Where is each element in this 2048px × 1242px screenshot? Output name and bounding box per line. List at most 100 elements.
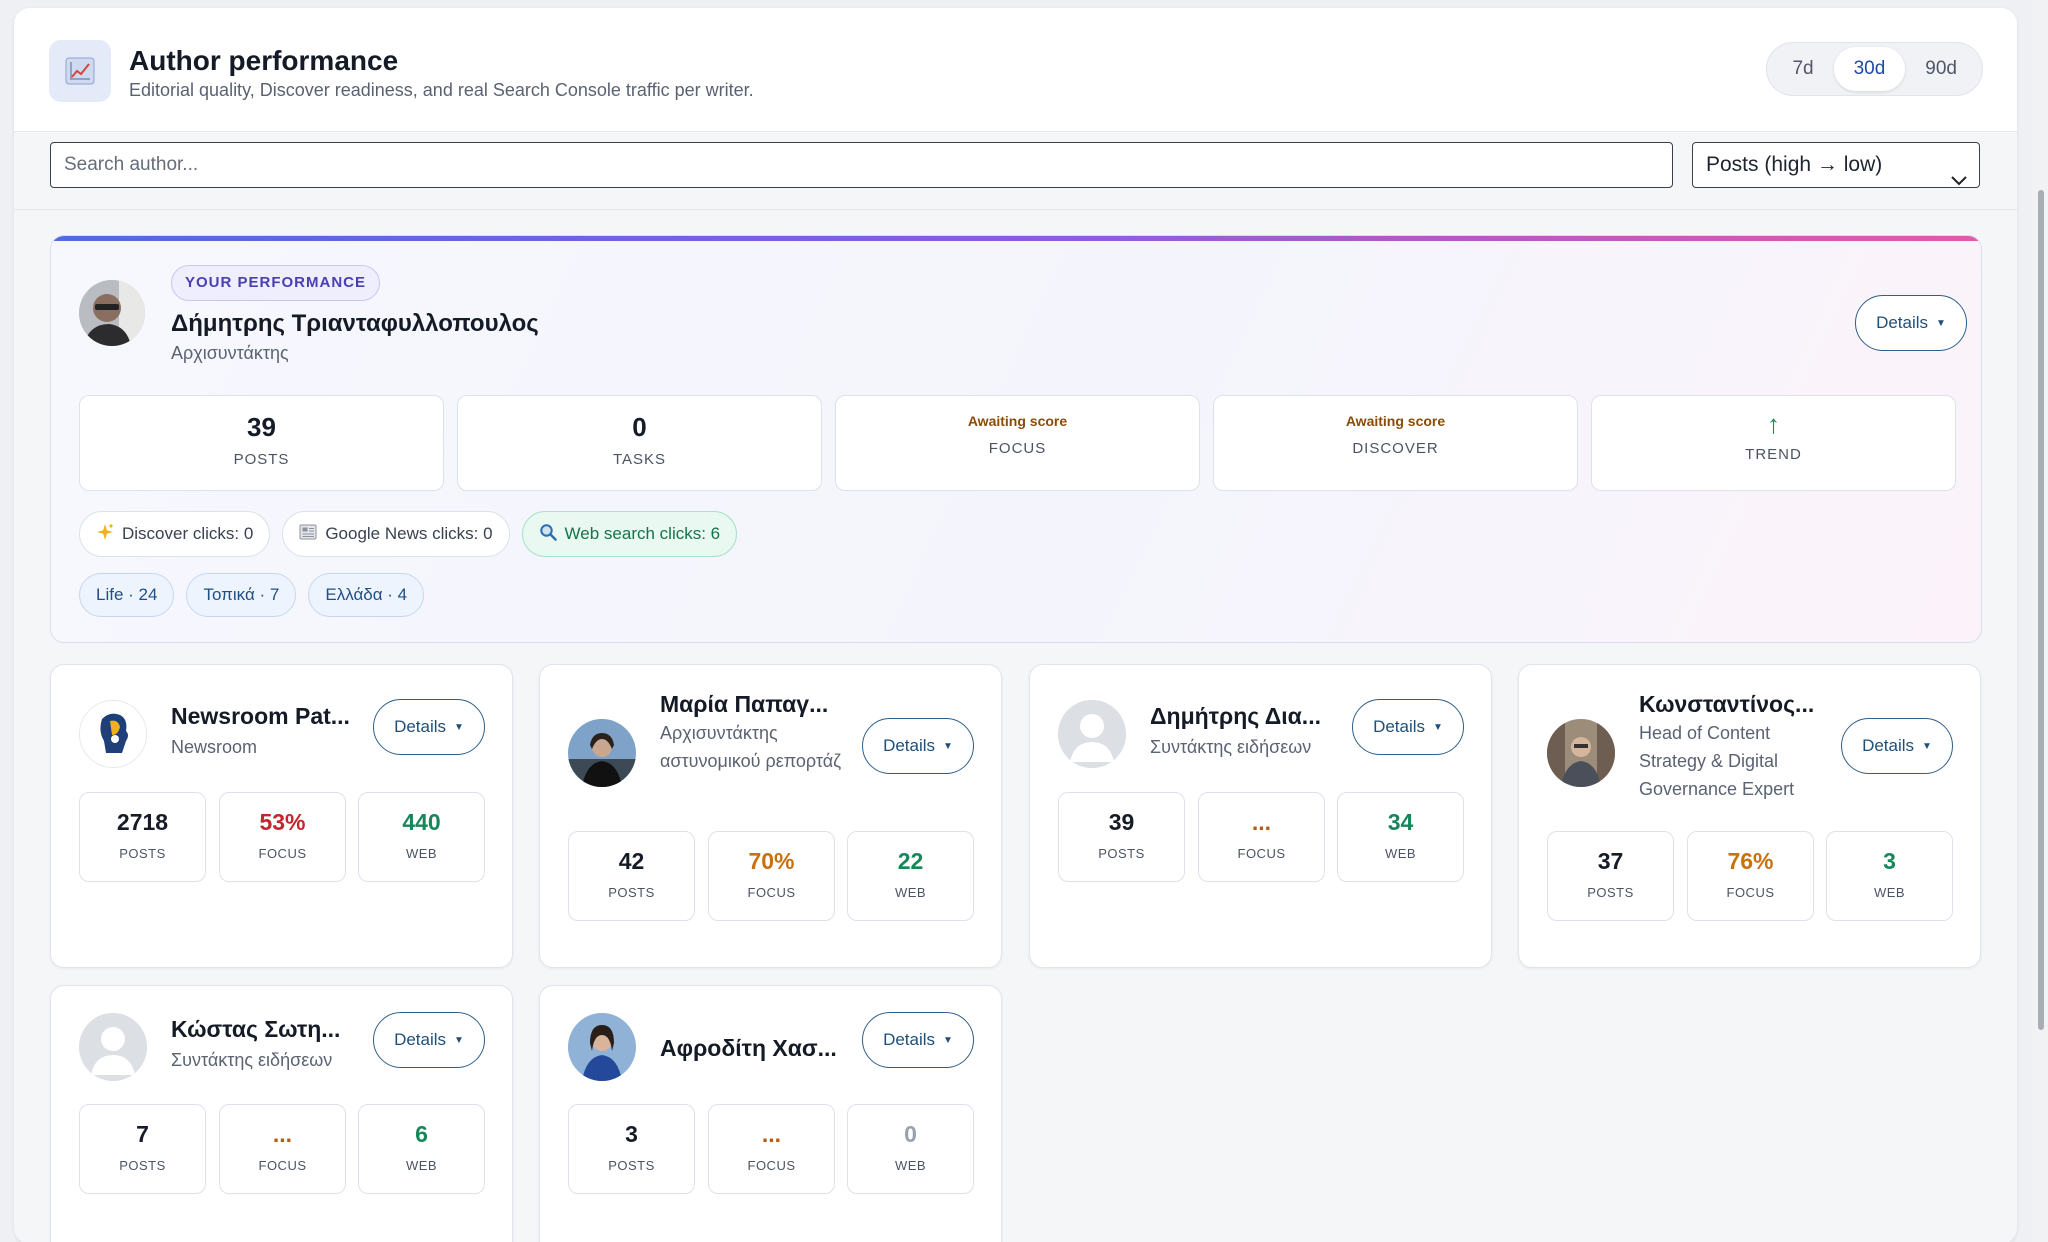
details-button[interactable]: Details ▼ (862, 718, 974, 774)
posts-label: POSTS (1098, 846, 1145, 861)
posts-label: POSTS (233, 451, 290, 468)
author-name: Αφροδίτη Χασ... (660, 1035, 837, 1061)
avatar (1547, 719, 1615, 787)
web-stat: 6 WEB (358, 1104, 485, 1194)
posts-label: POSTS (119, 846, 166, 861)
category-tag: Life · 24 (79, 573, 175, 617)
vertical-scrollbar[interactable] (2032, 0, 2048, 1242)
details-button[interactable]: Details ▼ (1841, 718, 1953, 774)
author-name: Κώστας Σωτη... (171, 1016, 341, 1042)
tasks-stat: 0 TASKS (457, 395, 822, 491)
page-title: Author performance (129, 45, 399, 76)
web-stat: 3 WEB (1826, 831, 1953, 921)
discover-stat: Awaiting score DISCOVER (1213, 395, 1578, 491)
focus-label: FOCUS (258, 1158, 307, 1173)
posts-stat: 39 POSTS (79, 395, 444, 491)
avatar (79, 280, 145, 346)
web-search-clicks-text: Web search clicks: 6 (564, 524, 721, 543)
trend-stat: ↑ TREND (1591, 395, 1956, 491)
discover-label: DISCOVER (1352, 440, 1439, 457)
focus-label: FOCUS (747, 885, 796, 900)
web-stat: 0 WEB (847, 1104, 974, 1194)
details-label: Details (1862, 736, 1915, 755)
focus-stat: ... FOCUS (708, 1104, 835, 1194)
web-label: WEB (405, 846, 438, 861)
details-label: Details (1876, 313, 1929, 332)
gradient-accent-bar (51, 236, 1981, 241)
web-label: WEB (1873, 885, 1906, 900)
details-button[interactable]: Details ▼ (862, 1012, 974, 1068)
range-90d-button[interactable]: 90d (1905, 47, 1977, 91)
google-news-clicks-text: Google News clicks: 0 (325, 524, 493, 543)
details-button[interactable]: Details ▼ (373, 1012, 485, 1068)
caret-down-icon: ▼ (1922, 740, 1932, 752)
web-label: WEB (1384, 846, 1417, 861)
range-30d-button[interactable]: 30d (1833, 47, 1906, 91)
author-name: Newsroom Pat... (171, 703, 350, 729)
category-tag: Τοπικά · 7 (186, 573, 297, 617)
web-stat: 22 WEB (847, 831, 974, 921)
focus-label: FOCUS (1726, 885, 1775, 900)
posts-label: POSTS (1587, 885, 1634, 900)
discover-clicks-text: Discover clicks: 0 (122, 524, 254, 543)
author-card: Κωνσταντίνος... Head of Content Strategy… (1518, 664, 1981, 968)
scrollbar-thumb[interactable] (2038, 190, 2044, 1030)
tasks-label: TASKS (612, 451, 667, 468)
author-performance-panel: Author performance Editorial quality, Di… (14, 8, 2017, 1242)
sparkles-icon (96, 523, 114, 546)
details-label: Details (883, 736, 936, 755)
focus-status: Awaiting score (967, 413, 1068, 429)
tasks-value: 0 (632, 412, 647, 442)
focus-stat: ... FOCUS (219, 1104, 346, 1194)
author-name: Δήμητρης Τριανταφυλλοπουλος (171, 310, 539, 337)
web-value: 6 (415, 1121, 428, 1147)
web-value: 3 (1883, 848, 1896, 874)
sort-select-value: Posts (high → low) (1706, 153, 1883, 176)
posts-value: 7 (136, 1121, 149, 1147)
web-value: 22 (897, 848, 924, 874)
details-label: Details (1373, 717, 1426, 736)
focus-value: ... (761, 1121, 782, 1147)
author-role: Αρχισυντάκτης αστυνομικού ρεπορτάζ (660, 723, 842, 771)
author-role: Head of Content Strategy & Digital Gover… (1639, 723, 1795, 799)
caret-down-icon: ▼ (1936, 317, 1946, 329)
posts-label: POSTS (119, 1158, 166, 1173)
posts-stat: 39 POSTS (1058, 792, 1185, 882)
focus-value: 70% (748, 848, 795, 874)
range-7d-button[interactable]: 7d (1772, 47, 1833, 91)
chart-icon (49, 40, 111, 102)
caret-down-icon: ▼ (943, 1034, 953, 1046)
author-card: Newsroom Pat... Newsroom Details ▼ 2718 … (50, 664, 513, 968)
google-news-clicks-chip: Google News clicks: 0 (282, 511, 510, 557)
caret-down-icon: ▼ (454, 721, 464, 733)
focus-value: 53% (259, 809, 306, 835)
search-author-input[interactable] (50, 142, 1673, 188)
posts-label: POSTS (608, 1158, 655, 1173)
newspaper-icon (299, 524, 317, 545)
author-card: Κώστας Σωτη... Συντάκτης ειδήσεων Detail… (50, 985, 513, 1242)
page-header: Author performance Editorial quality, Di… (14, 8, 2017, 132)
focus-stat: ... FOCUS (1198, 792, 1325, 882)
focus-stat: 76% FOCUS (1687, 831, 1814, 921)
posts-stat: 37 POSTS (1547, 831, 1674, 921)
details-button[interactable]: Details ▼ (373, 699, 485, 755)
posts-value: 39 (247, 412, 276, 442)
details-button[interactable]: Details ▼ (1352, 699, 1464, 755)
discover-clicks-chip: Discover clicks: 0 (79, 511, 271, 557)
sort-select[interactable]: Posts (high → low) (1692, 142, 1980, 188)
author-role: Newsroom (171, 737, 258, 757)
avatar (568, 719, 636, 787)
posts-value: 42 (618, 848, 645, 874)
web-label: WEB (405, 1158, 438, 1173)
your-performance-card: YOUR PERFORMANCE Δήμητρης Τριανταφυλλοπο… (50, 235, 1982, 643)
web-search-clicks-chip: Web search clicks: 6 (521, 511, 738, 557)
details-button[interactable]: Details ▼ (1855, 295, 1967, 351)
caret-down-icon: ▼ (943, 740, 953, 752)
discover-status: Awaiting score (1345, 413, 1446, 429)
focus-value: ... (272, 1121, 293, 1147)
author-name: Δημήτρης Δια... (1150, 703, 1321, 729)
category-tag: Ελλάδα · 4 (308, 573, 425, 617)
focus-label: FOCUS (988, 440, 1047, 457)
avatar (79, 1013, 147, 1081)
focus-label: FOCUS (747, 1158, 796, 1173)
